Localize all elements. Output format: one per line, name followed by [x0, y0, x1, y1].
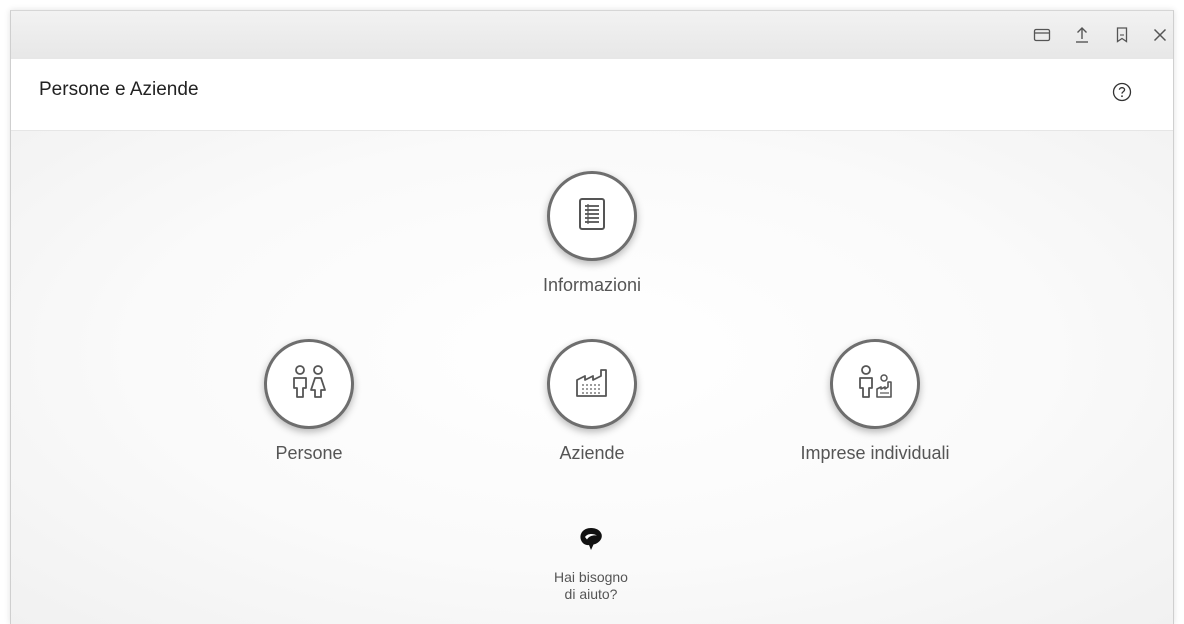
tile-circle[interactable] — [547, 339, 637, 429]
tile-circle[interactable] — [264, 339, 354, 429]
close-icon[interactable] — [1149, 24, 1171, 46]
tile-circle[interactable] — [547, 171, 637, 261]
help-circle-icon[interactable] — [1111, 81, 1133, 103]
window-icon[interactable] — [1031, 24, 1053, 46]
help-link[interactable]: Hai bisogno di aiuto? — [531, 526, 651, 603]
factory-icon — [574, 366, 610, 403]
people-icon — [289, 364, 329, 405]
tile-persone[interactable]: Persone — [189, 339, 429, 464]
tile-label: Aziende — [559, 443, 625, 463]
tile-informazioni[interactable]: Informazioni — [472, 171, 712, 296]
page-header: Persone e Aziende — [11, 59, 1173, 131]
tile-label: Persone — [275, 443, 343, 463]
help-text-line2: di aiuto? — [564, 586, 618, 602]
help-text: Hai bisogno di aiuto? — [554, 569, 628, 603]
main-content: Informazioni Persone Aziende Imprese ind… — [11, 131, 1173, 624]
page-title: Persone e Aziende — [39, 79, 199, 100]
upload-icon[interactable] — [1071, 24, 1093, 46]
tile-circle[interactable] — [830, 339, 920, 429]
tile-label: Imprese individuali — [800, 443, 950, 463]
window-titlebar — [11, 11, 1173, 59]
help-text-line1: Hai bisogno — [554, 569, 628, 585]
tile-imprese-individuali[interactable]: Imprese individuali — [755, 339, 995, 464]
document-list-icon — [578, 197, 606, 236]
person-business-icon — [855, 364, 895, 405]
app-window: Persone e Aziende Informazioni Persone A… — [10, 10, 1174, 624]
bookmark-icon[interactable] — [1111, 24, 1133, 46]
assistant-logo-icon — [578, 526, 604, 557]
tile-label: Informazioni — [542, 275, 642, 295]
tile-aziende[interactable]: Aziende — [472, 339, 712, 464]
